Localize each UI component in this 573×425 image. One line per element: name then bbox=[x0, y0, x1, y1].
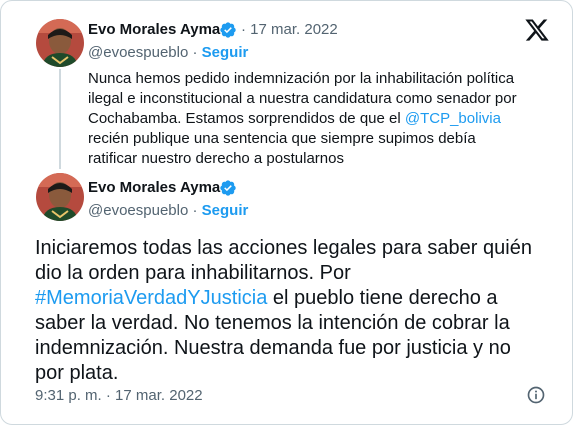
author-name[interactable]: Evo Morales Ayma bbox=[88, 21, 220, 38]
avatar-image bbox=[36, 173, 84, 221]
author-handle[interactable]: @evoespueblo · Seguir bbox=[88, 202, 248, 219]
quoted-tweet-text: Nunca hemos pedido indemnización por la … bbox=[88, 70, 517, 167]
avatar-image bbox=[36, 19, 84, 67]
tweet-embed-card: Evo Morales Ayma · 17 mar. 2022 @evoespu… bbox=[0, 0, 573, 425]
verified-badge-icon bbox=[220, 22, 236, 38]
x-logo-icon[interactable] bbox=[524, 17, 550, 43]
tweet-date[interactable]: · 17 mar. 2022 bbox=[241, 21, 338, 38]
author-handle[interactable]: @evoespueblo · Seguir bbox=[88, 44, 248, 61]
thread-connector bbox=[59, 69, 61, 169]
info-icon[interactable] bbox=[526, 385, 546, 405]
tweet-text: Iniciaremos todas las acciones legales p… bbox=[35, 237, 532, 384]
avatar[interactable] bbox=[36, 173, 84, 221]
follow-button[interactable]: Seguir bbox=[202, 44, 249, 61]
mention-link[interactable]: @TCP_bolivia bbox=[405, 110, 501, 127]
avatar[interactable] bbox=[36, 19, 84, 67]
author-name[interactable]: Evo Morales Ayma bbox=[88, 179, 220, 196]
tweet-timestamp[interactable]: 9:31 p. m. · 17 mar. 2022 bbox=[35, 387, 203, 404]
hashtag-link[interactable]: #MemoriaVerdadYJusticia bbox=[35, 287, 267, 309]
follow-button[interactable]: Seguir bbox=[202, 202, 249, 219]
verified-badge-icon bbox=[220, 180, 236, 196]
